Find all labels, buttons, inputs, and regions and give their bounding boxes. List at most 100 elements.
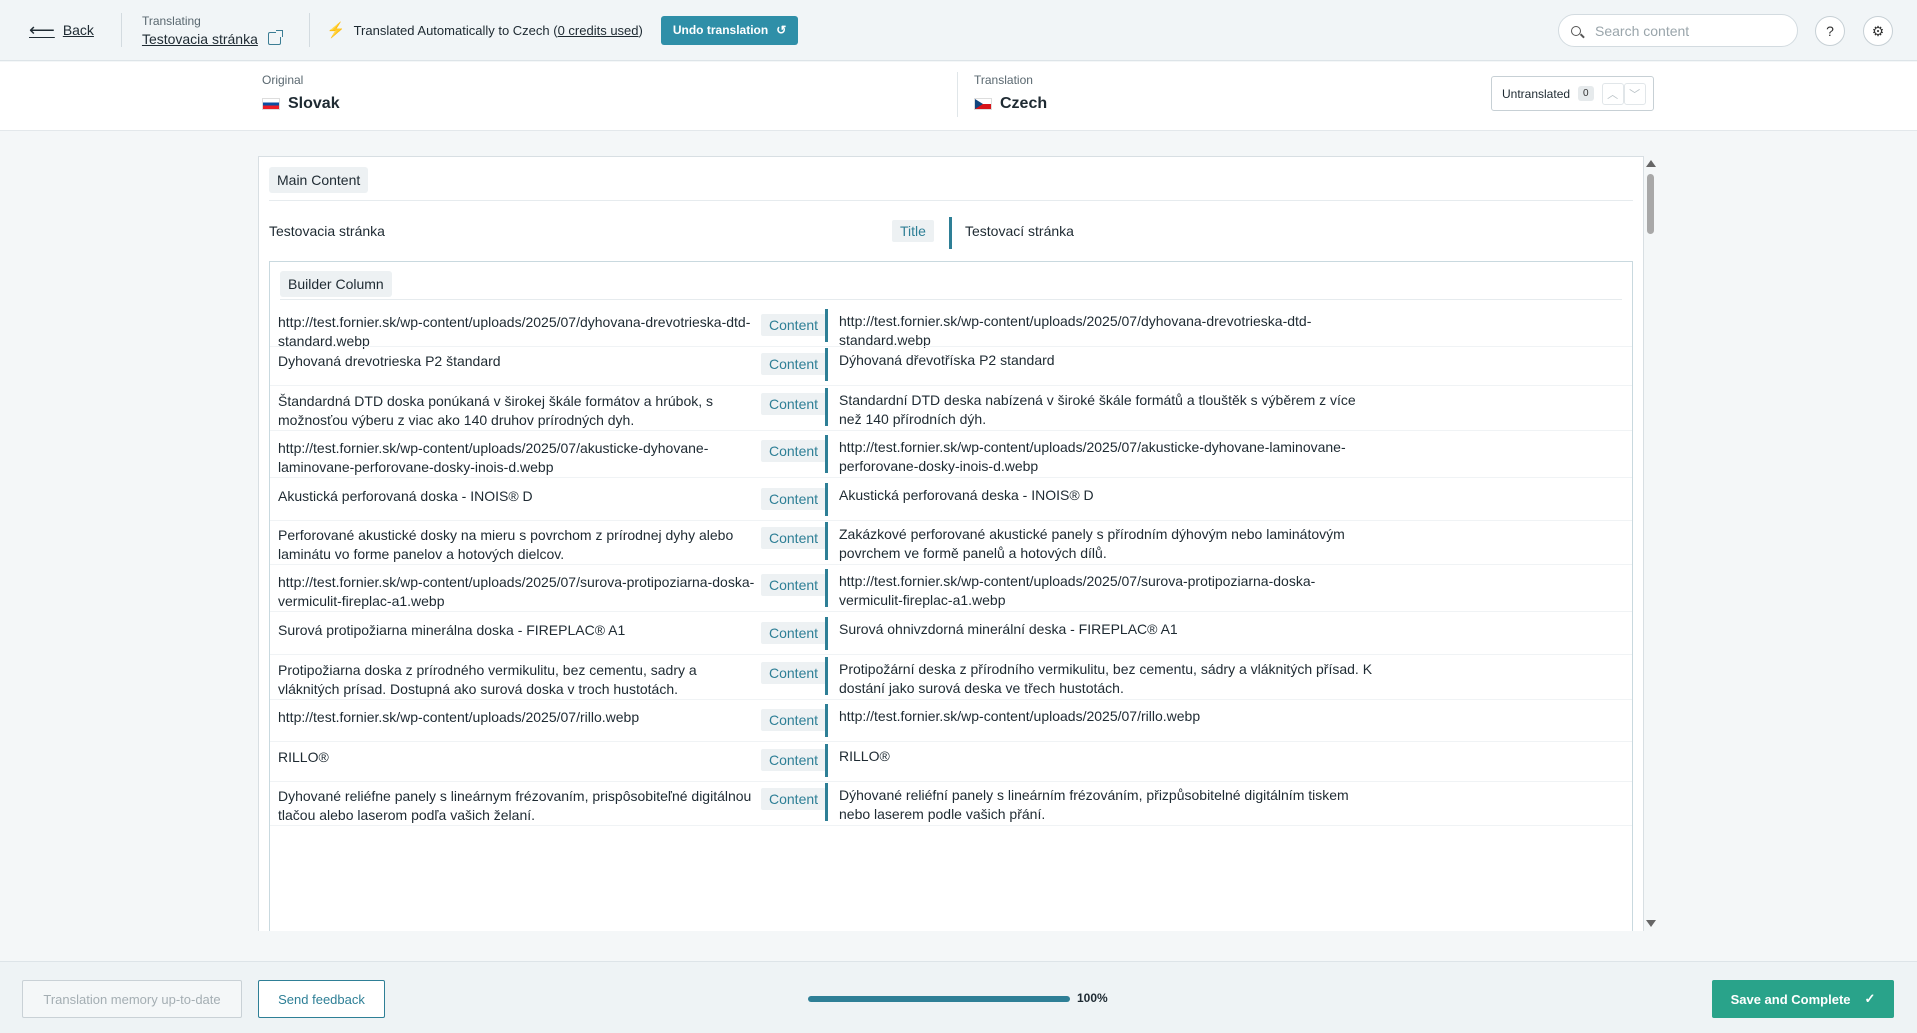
translation-editor: Main Content Testovacia stránka Title Te… bbox=[258, 156, 1644, 931]
translation-row[interactable]: http://test.fornier.sk/wp-content/upload… bbox=[270, 262, 1632, 931]
send-feedback-button[interactable]: Send feedback bbox=[258, 980, 385, 1018]
row-type-tag: Content bbox=[761, 788, 827, 810]
row-target-text[interactable]: RILLO® bbox=[839, 747, 1379, 766]
slovak-flag-icon bbox=[262, 98, 280, 110]
check-icon: ✓ bbox=[1864, 991, 1876, 1006]
translation-row[interactable]: Dyhovaná drevotrieska P2 štandard Content… bbox=[270, 262, 1632, 931]
row-indicator bbox=[825, 569, 828, 607]
gear-icon: ⚙ bbox=[1871, 22, 1885, 39]
title-row-target-wrap: Testovací stránka bbox=[965, 222, 1074, 241]
row-type-tag: Content bbox=[761, 622, 827, 644]
translation-row[interactable]: http://test.fornier.sk/wp-content/upload… bbox=[270, 262, 1632, 931]
scroll-thumb[interactable] bbox=[1647, 174, 1654, 234]
row-type-tag: Content bbox=[761, 393, 827, 415]
original-label: Original bbox=[262, 73, 304, 87]
help-button[interactable]: ? bbox=[1815, 16, 1845, 46]
row-indicator bbox=[825, 388, 828, 426]
translation-row[interactable]: Protipožiarna doska z prírodného vermiku… bbox=[270, 262, 1632, 931]
title-target-text[interactable]: Testovací stránka bbox=[965, 222, 1074, 241]
translation-row[interactable]: Perforované akustické dosky na mieru s p… bbox=[270, 262, 1632, 931]
row-divider bbox=[270, 654, 1632, 655]
row-source-text: RILLO® bbox=[278, 749, 329, 765]
row-source-text: http://test.fornier.sk/wp-content/upload… bbox=[278, 709, 640, 725]
row-indicator bbox=[825, 348, 828, 381]
row-divider bbox=[270, 430, 1632, 431]
row-source-text: Akustická perforovaná doska - INOIS® D bbox=[278, 488, 533, 504]
auto-translate-status: ⚡ Translated Automatically to Czech (0 c… bbox=[326, 15, 799, 45]
row-indicator bbox=[825, 783, 828, 821]
progress-fill bbox=[808, 996, 1070, 1002]
row-type-tag: Content bbox=[761, 709, 827, 731]
scrollbar[interactable] bbox=[1644, 156, 1656, 931]
undo-translation-button[interactable]: Undo translation ↺ bbox=[660, 15, 799, 45]
row-indicator bbox=[825, 483, 828, 516]
row-type-tag: Content bbox=[761, 527, 827, 549]
auto-text: Translated Automatically to Czech (0 cre… bbox=[354, 23, 643, 38]
row-target-text[interactable]: Protipožární deska z přírodního vermikul… bbox=[839, 660, 1379, 698]
row-type-tag: Content bbox=[761, 440, 827, 462]
row-divider bbox=[270, 611, 1632, 612]
row-indicator bbox=[825, 309, 828, 342]
scroll-up-icon[interactable] bbox=[1646, 160, 1656, 167]
lightning-icon: ⚡ bbox=[326, 22, 346, 39]
czech-flag-icon bbox=[974, 98, 992, 110]
back-link[interactable]: ⟵ Back bbox=[29, 20, 94, 41]
row-source-text: http://test.fornier.sk/wp-content/upload… bbox=[278, 574, 755, 609]
credits-used-link[interactable]: 0 credits used bbox=[558, 23, 639, 38]
untranslated-navigator: Untranslated 0 ︿ ﹀ bbox=[1491, 76, 1654, 111]
search-box bbox=[1558, 14, 1798, 47]
progress-percent: 100% bbox=[1077, 991, 1108, 1005]
row-type-tag: Content bbox=[761, 314, 827, 336]
row-indicator bbox=[825, 435, 828, 473]
divider bbox=[957, 72, 958, 117]
search-input[interactable] bbox=[1595, 22, 1775, 39]
progress-bar bbox=[808, 996, 1070, 1002]
row-indicator bbox=[825, 522, 828, 560]
settings-button[interactable]: ⚙ bbox=[1863, 16, 1893, 46]
title-type-tag: Title bbox=[892, 220, 934, 242]
row-source-text: Protipožiarna doska z prírodného vermiku… bbox=[278, 662, 697, 697]
divider bbox=[308, 13, 310, 47]
row-target-text[interactable]: Akustická perforovaná deska - INOIS® D bbox=[839, 486, 1379, 505]
original-value: Slovak bbox=[288, 95, 340, 112]
save-and-complete-button[interactable]: Save and Complete ✓ bbox=[1712, 980, 1894, 1018]
scroll-down-icon[interactable] bbox=[1646, 920, 1656, 927]
row-source-text: Dyhovaná drevotrieska P2 štandard bbox=[278, 353, 501, 369]
page-name-link[interactable]: Testovacia stránka bbox=[142, 30, 283, 47]
row-target-text[interactable]: http://test.fornier.sk/wp-content/upload… bbox=[839, 312, 1379, 350]
row-target-text[interactable]: Dýhované reliéfní panely s lineárním fré… bbox=[839, 786, 1379, 824]
language-bar: Original Slovak Translation Czech Untran… bbox=[0, 62, 1917, 131]
translation-memory-button[interactable]: Translation memory up-to-date bbox=[22, 980, 242, 1018]
row-source-text: http://test.fornier.sk/wp-content/upload… bbox=[278, 440, 709, 475]
translation-row[interactable]: Akustická perforovaná doska - INOIS® D Co… bbox=[270, 262, 1632, 931]
translation-row[interactable]: Dyhované reliéfne panely s lineárnym fré… bbox=[270, 262, 1632, 931]
builder-column-tag: Builder Column bbox=[280, 271, 392, 297]
row-target-text[interactable]: Dýhovaná dřevotříska P2 standard bbox=[839, 351, 1379, 370]
translation-row[interactable]: RILLO® Content RILLO® bbox=[270, 262, 1632, 931]
chevron-up-icon[interactable]: ︿ bbox=[1601, 82, 1624, 105]
title-source-text: Testovacia stránka bbox=[269, 223, 385, 239]
row-source-text: http://test.fornier.sk/wp-content/upload… bbox=[278, 314, 751, 349]
translation-row[interactable]: Surová protipožiarna minerálna doska - F… bbox=[270, 262, 1632, 931]
row-indicator bbox=[949, 217, 952, 249]
untranslated-count-badge: 0 bbox=[1578, 86, 1594, 101]
translation-row[interactable]: http://test.fornier.sk/wp-content/upload… bbox=[270, 262, 1632, 931]
save-label: Save and Complete bbox=[1730, 991, 1851, 1007]
row-target-text[interactable]: http://test.fornier.sk/wp-content/upload… bbox=[839, 438, 1379, 476]
row-target-text[interactable]: Surová ohnivzdorná minerální deska - FIR… bbox=[839, 620, 1379, 639]
auto-text-prefix: Translated Automatically to Czech ( bbox=[353, 22, 558, 38]
row-target-text[interactable]: http://test.fornier.sk/wp-content/upload… bbox=[839, 707, 1379, 726]
chevron-down-icon[interactable]: ﹀ bbox=[1623, 82, 1646, 105]
row-source-text: Surová protipožiarna minerálna doska - F… bbox=[278, 622, 626, 638]
row-source-text: Perforované akustické dosky na mieru s p… bbox=[278, 527, 734, 562]
row-target-text[interactable]: Zakázkové perforované akustické panely s… bbox=[839, 525, 1379, 563]
translation-value: Czech bbox=[1000, 95, 1048, 112]
translation-row[interactable]: http://test.fornier.sk/wp-content/upload… bbox=[270, 262, 1632, 931]
divider bbox=[269, 200, 1633, 201]
row-target-text[interactable]: Standardní DTD deska nabízená v široké š… bbox=[839, 391, 1379, 429]
external-link-icon[interactable] bbox=[267, 30, 283, 45]
row-target-text[interactable]: http://test.fornier.sk/wp-content/upload… bbox=[839, 572, 1379, 610]
row-indicator bbox=[825, 617, 828, 650]
translation-row[interactable]: Štandardná DTD doska ponúkaná v širokej … bbox=[270, 262, 1632, 931]
divider bbox=[280, 299, 1622, 300]
